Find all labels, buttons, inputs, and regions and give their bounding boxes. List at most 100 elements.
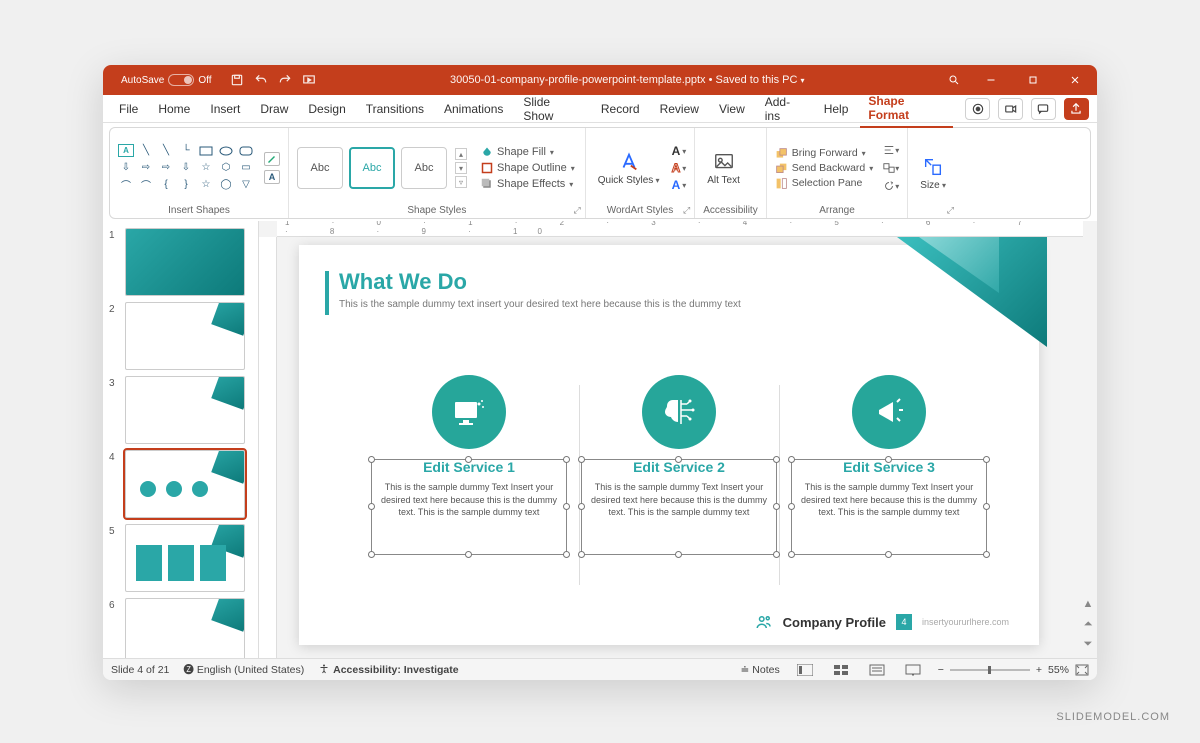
autosave-toggle[interactable]: AutoSave Off bbox=[121, 74, 212, 86]
tab-file[interactable]: File bbox=[111, 98, 146, 120]
tab-help[interactable]: Help bbox=[816, 98, 857, 120]
style-preset-3[interactable]: Abc bbox=[401, 147, 447, 189]
selection-box-1[interactable] bbox=[371, 459, 567, 555]
prev-slide[interactable]: ⏶ bbox=[1081, 618, 1095, 632]
share-button[interactable] bbox=[1064, 98, 1089, 120]
zoom-out[interactable]: − bbox=[938, 664, 944, 676]
group-shape-styles: Abc Abc Abc ▴ ▾ ▿ Shape Fill Shape Outline… bbox=[289, 128, 586, 218]
thumb-2[interactable]: 2 bbox=[103, 299, 258, 373]
group-label: Arrange bbox=[775, 204, 900, 216]
tab-insert[interactable]: Insert bbox=[202, 98, 248, 120]
size-button[interactable]: Size bbox=[916, 154, 950, 193]
content-area: 1 2 3 4 5 6 7 8 1 · 0 · 1 · 2 · 3 · 4 · … bbox=[103, 221, 1097, 658]
watermark: SLIDEMODEL.COM bbox=[1056, 711, 1170, 723]
shape-gallery[interactable]: A ╲╲└ ⇩⇨⇨⇩☆⬡▭ ⌒⌒{}☆◯▽ bbox=[118, 144, 254, 192]
canvas-side-tools: ▲ ⏶ ⏷ bbox=[1081, 598, 1095, 652]
thumb-3[interactable]: 3 bbox=[103, 373, 258, 447]
slide-canvas[interactable]: What We Do This is the sample dummy text… bbox=[299, 245, 1039, 645]
sorter-view-button[interactable] bbox=[830, 662, 852, 678]
reading-view-button[interactable] bbox=[866, 662, 888, 678]
tab-design[interactable]: Design bbox=[300, 98, 353, 120]
zoom-slider[interactable] bbox=[950, 669, 1030, 671]
shape-outline-button[interactable]: Shape Outline bbox=[479, 161, 577, 175]
present-icon[interactable] bbox=[302, 73, 316, 87]
text-effects-button[interactable]: A bbox=[672, 178, 687, 192]
dialog-launcher[interactable]: ⤢ bbox=[683, 205, 690, 216]
autosave-state: Off bbox=[198, 75, 211, 86]
maximize-button[interactable] bbox=[1013, 65, 1053, 95]
service-2-icon bbox=[642, 375, 716, 449]
undo-icon[interactable] bbox=[254, 73, 268, 87]
style-preset-2[interactable]: Abc bbox=[349, 147, 395, 189]
status-slide[interactable]: Slide 4 of 21 bbox=[111, 664, 169, 676]
group-size: Size ⤢ bbox=[908, 128, 958, 218]
redo-icon[interactable] bbox=[278, 73, 292, 87]
comments-button[interactable] bbox=[1031, 98, 1056, 120]
selection-box-2[interactable] bbox=[581, 459, 777, 555]
group-label: Insert Shapes bbox=[118, 204, 280, 216]
slideshow-view-button[interactable] bbox=[902, 662, 924, 678]
dialog-launcher[interactable]: ⤢ bbox=[947, 205, 954, 216]
tab-shape-format[interactable]: Shape Format bbox=[860, 90, 953, 128]
bring-forward-button[interactable]: Bring Forward bbox=[775, 147, 874, 160]
fit-window-button[interactable] bbox=[1075, 664, 1089, 676]
status-lang[interactable]: 🅩 English (United States) bbox=[183, 662, 304, 677]
group-button[interactable] bbox=[883, 161, 899, 175]
close-button[interactable] bbox=[1055, 65, 1095, 95]
slide-title: What We Do bbox=[339, 269, 741, 295]
footer-company: Company Profile bbox=[783, 615, 886, 630]
tab-view[interactable]: View bbox=[711, 98, 753, 120]
status-accessibility[interactable]: Accessibility: Investigate bbox=[318, 663, 458, 676]
send-backward-button[interactable]: Send Backward bbox=[775, 162, 874, 175]
selection-pane-button[interactable]: Selection Pane bbox=[775, 177, 874, 190]
align-button[interactable] bbox=[883, 143, 899, 157]
tab-record[interactable]: Record bbox=[593, 98, 648, 120]
selection-box-3[interactable] bbox=[791, 459, 987, 555]
zoom-value: 55% bbox=[1048, 664, 1069, 676]
styles-down[interactable]: ▾ bbox=[455, 162, 467, 174]
group-label: Accessibility bbox=[703, 204, 757, 216]
thumb-4[interactable]: 4 bbox=[103, 447, 258, 521]
dialog-launcher[interactable]: ⤢ bbox=[574, 205, 581, 216]
tab-animations[interactable]: Animations bbox=[436, 98, 511, 120]
tab-addins[interactable]: Add-ins bbox=[757, 91, 812, 127]
thumbnail-panel[interactable]: 1 2 3 4 5 6 7 8 bbox=[103, 221, 259, 658]
camcorder-button[interactable] bbox=[998, 98, 1023, 120]
scroll-up[interactable]: ▲ bbox=[1081, 598, 1095, 612]
alt-text-button[interactable]: Alt Text bbox=[703, 149, 744, 188]
save-icon[interactable] bbox=[230, 73, 244, 87]
tab-draw[interactable]: Draw bbox=[252, 98, 296, 120]
text-fill-button[interactable]: A bbox=[672, 144, 687, 158]
thumb-6[interactable]: 6 bbox=[103, 595, 258, 658]
next-slide[interactable]: ⏷ bbox=[1081, 638, 1095, 652]
slide-title-block[interactable]: What We Do This is the sample dummy text… bbox=[339, 269, 741, 310]
thumb-1[interactable]: 1 bbox=[103, 225, 258, 299]
text-outline-button[interactable]: A bbox=[672, 161, 687, 175]
powerpoint-window: AutoSave Off 30050-01-company-profile-po… bbox=[103, 65, 1097, 680]
notes-button[interactable]: ≐ Notes bbox=[741, 664, 780, 676]
thumb-5[interactable]: 5 bbox=[103, 521, 258, 595]
status-bar: Slide 4 of 21 🅩 English (United States) … bbox=[103, 658, 1097, 680]
styles-up[interactable]: ▴ bbox=[455, 148, 467, 160]
zoom-control[interactable]: − + 55% bbox=[938, 664, 1089, 676]
tab-slideshow[interactable]: Slide Show bbox=[515, 91, 589, 127]
service-3-icon bbox=[852, 375, 926, 449]
tab-home[interactable]: Home bbox=[150, 98, 198, 120]
style-preset-1[interactable]: Abc bbox=[297, 147, 343, 189]
text-box-button[interactable]: A bbox=[264, 170, 280, 184]
quick-styles-button[interactable]: Quick Styles bbox=[594, 149, 664, 188]
tab-review[interactable]: Review bbox=[652, 98, 707, 120]
styles-more[interactable]: ▿ bbox=[455, 176, 467, 188]
shape-effects-button[interactable]: Shape Effects bbox=[479, 177, 577, 191]
camera-button[interactable] bbox=[965, 98, 990, 120]
minimize-button[interactable] bbox=[971, 65, 1011, 95]
shape-fill-button[interactable]: Shape Fill bbox=[479, 145, 577, 159]
normal-view-button[interactable] bbox=[794, 662, 816, 678]
group-label: WordArt Styles bbox=[607, 205, 674, 216]
zoom-in[interactable]: + bbox=[1036, 664, 1042, 676]
rotate-button[interactable] bbox=[883, 179, 899, 193]
slide-subtitle: This is the sample dummy text insert you… bbox=[339, 299, 741, 310]
tab-transitions[interactable]: Transitions bbox=[358, 98, 432, 120]
ruler-horizontal: 1 · 0 · 1 · 2 · 3 · 4 · 5 · 6 · 7 · 8 · … bbox=[277, 221, 1083, 237]
edit-shape-button[interactable] bbox=[264, 152, 280, 166]
